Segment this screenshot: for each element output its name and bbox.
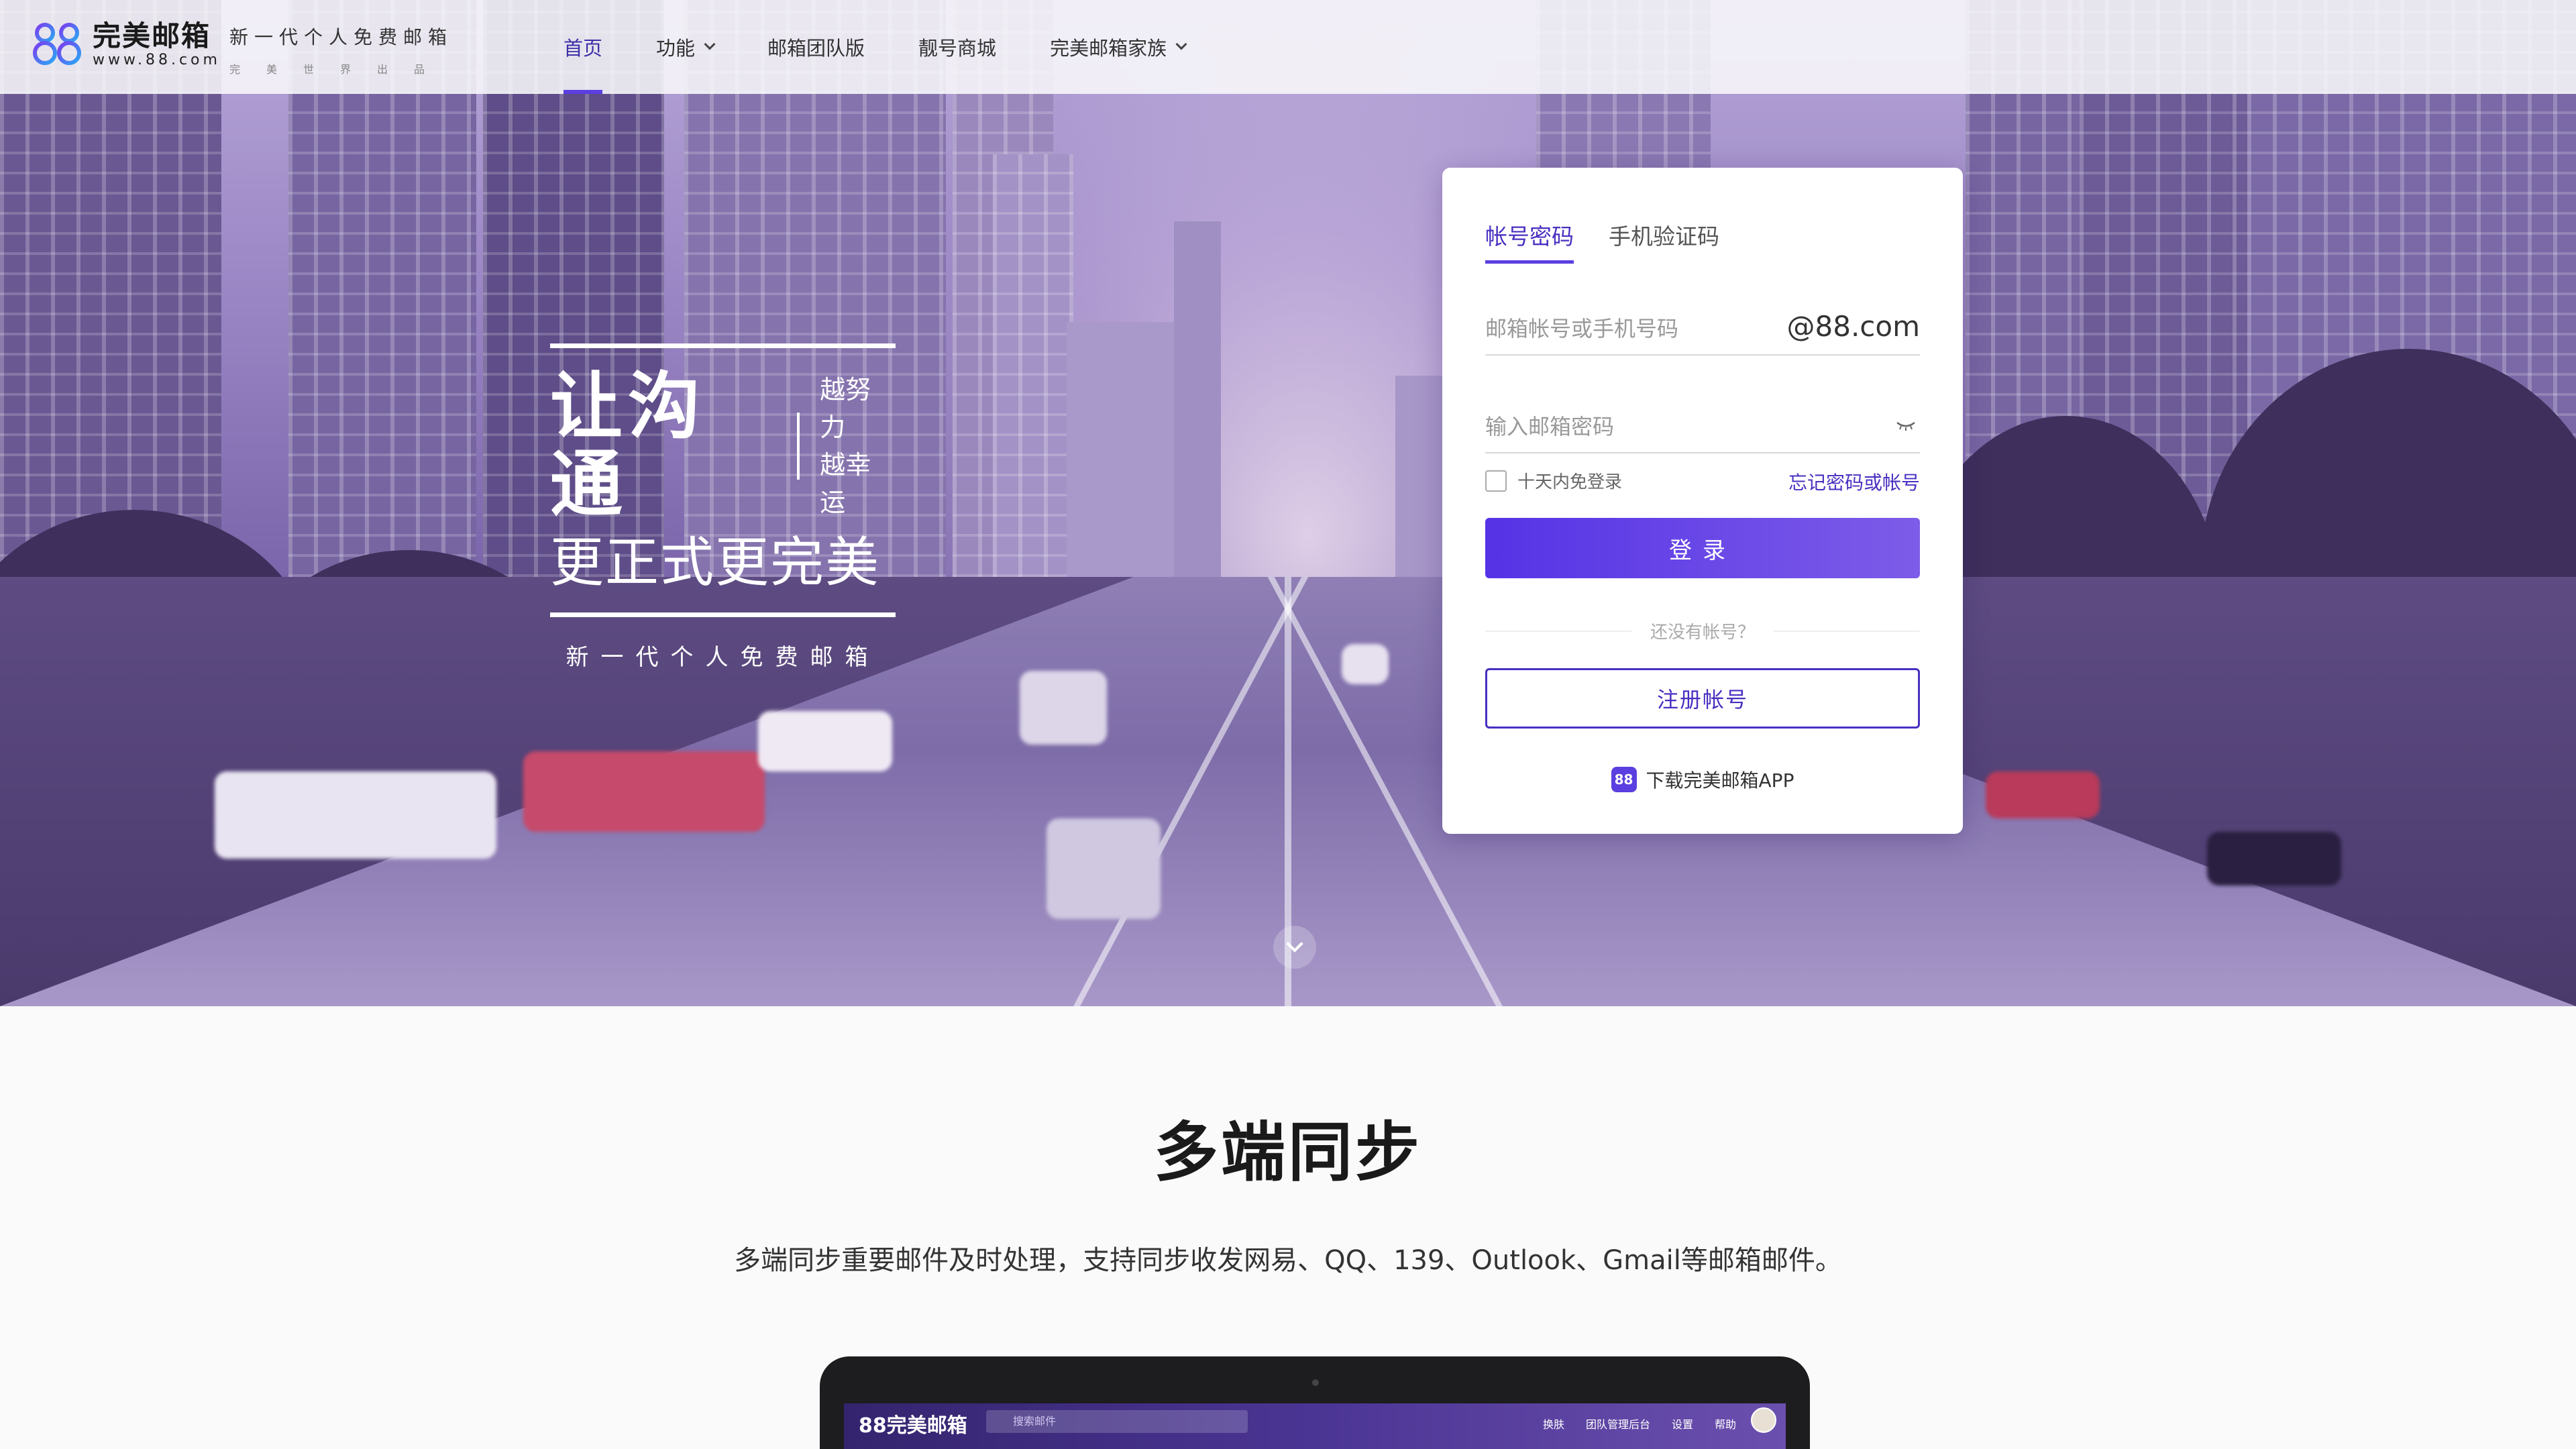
nav-item-label: 邮箱团队版	[767, 37, 865, 60]
screen-menu-item: 换肤	[1543, 1418, 1565, 1431]
divider	[550, 612, 896, 617]
car	[1342, 644, 1389, 684]
chevron-down-icon	[1286, 935, 1303, 953]
chevron-down-icon	[704, 38, 716, 50]
download-app-link[interactable]: 88 下载完美邮箱APP	[1442, 766, 1963, 793]
divider	[797, 413, 800, 480]
camera-dot	[1312, 1379, 1319, 1386]
download-app-label: 下载完美邮箱APP	[1646, 769, 1794, 792]
brand-logo[interactable]: 完美邮箱 www.88.com	[32, 20, 221, 68]
no-account-text: 还没有帐号？	[1650, 623, 1756, 643]
nav-item-vanity-store[interactable]: 靓号商城	[918, 0, 996, 94]
eye-closed-icon[interactable]	[1896, 420, 1916, 431]
nav-item-features[interactable]: 功能	[656, 0, 716, 94]
hero-side-line-1: 越努力	[820, 375, 871, 442]
nav-item-label: 完美邮箱家族	[1050, 37, 1167, 60]
hero-subline: 更正式更完美	[550, 531, 880, 594]
app-88-icon: 88	[1611, 767, 1637, 792]
tab-account-password[interactable]: 帐号密码	[1485, 219, 1574, 264]
laptop-mockup: 88完美邮箱 搜索邮件 换肤 团队管理后台 设置 帮助	[820, 1356, 1810, 1449]
car	[1986, 771, 2100, 818]
hero-banner	[0, 0, 2576, 1006]
header-slogan: 新一代个人免费邮箱 完美世界出品	[229, 23, 453, 76]
slogan-sub: 完美世界出品	[229, 63, 451, 76]
register-button[interactable]: 注册帐号	[1485, 668, 1920, 729]
nav-item-team-edition[interactable]: 邮箱团队版	[767, 0, 865, 94]
screen-logo: 88完美邮箱	[859, 1414, 967, 1438]
hero-side-line-2: 越幸运	[820, 450, 871, 517]
divider	[550, 343, 896, 348]
screen-menu: 换肤 团队管理后台 设置 帮助	[1543, 1415, 1758, 1432]
login-tabs: 帐号密码 手机验证码	[1485, 219, 1754, 264]
nav-item-label: 首页	[564, 37, 603, 60]
screen-search: 搜索邮件	[986, 1410, 1248, 1433]
remember-label: 十天内免登录	[1517, 472, 1623, 492]
nav-item-home[interactable]: 首页	[564, 0, 603, 94]
bus	[523, 751, 765, 832]
account-field: @88.com	[1485, 302, 1920, 356]
car	[2207, 832, 2341, 885]
remember-checkbox[interactable]	[1485, 470, 1507, 492]
hero-slogan: 让沟通 越努力 越幸运 更正式更完美 新一代个人免费邮箱	[550, 343, 896, 672]
bus	[215, 771, 496, 859]
password-input[interactable]	[1485, 400, 1920, 453]
login-button[interactable]: 登录	[1485, 518, 1920, 578]
screen-menu-item: 设置	[1672, 1418, 1694, 1431]
laptop-screen: 88完美邮箱 搜索邮件 换肤 团队管理后台 设置 帮助	[844, 1403, 1786, 1449]
nav-item-label: 靓号商城	[918, 37, 997, 60]
password-field	[1485, 400, 1920, 453]
chevron-down-icon	[1175, 38, 1187, 50]
logo-88-icon	[33, 23, 81, 65]
no-account-divider: 还没有帐号？	[1485, 619, 1921, 643]
main-nav: 首页 功能 邮箱团队版 靓号商城 完美邮箱家族	[564, 0, 1239, 94]
login-card: 帐号密码 手机验证码 @88.com 十天内免登录 忘记密码或帐号 登录 还没有…	[1442, 168, 1963, 834]
section-title: 多端同步	[1154, 1115, 1422, 1190]
remember-me[interactable]: 十天内免登录	[1485, 468, 1622, 493]
brand-url: www.88.com	[93, 52, 221, 68]
domain-suffix: @88.com	[1786, 310, 1921, 343]
tab-phone-code[interactable]: 手机验证码	[1609, 219, 1719, 264]
section-description: 多端同步重要邮件及时处理，支持同步收发网易、QQ、139、Outlook、Gma…	[734, 1245, 1842, 1276]
hero-tagline: 新一代个人免费邮箱	[566, 644, 880, 671]
car	[1020, 671, 1107, 745]
nav-item-family[interactable]: 完美邮箱家族	[1050, 0, 1187, 94]
hero-headline: 让沟通	[550, 365, 706, 527]
forgot-link[interactable]: 忘记密码或帐号	[1788, 468, 1920, 495]
slogan-main: 新一代个人免费邮箱	[229, 26, 453, 48]
brand-name: 完美邮箱	[93, 19, 211, 52]
car	[758, 711, 892, 771]
screen-menu-item: 帮助	[1715, 1418, 1737, 1431]
screen-menu-item: 团队管理后台	[1586, 1418, 1651, 1431]
top-nav-bar: 完美邮箱 www.88.com 新一代个人免费邮箱 完美世界出品 首页 功能 邮…	[0, 0, 2576, 94]
nav-item-label: 功能	[656, 37, 696, 60]
avatar	[1751, 1407, 1776, 1433]
car	[1046, 818, 1161, 919]
scroll-down-button[interactable]	[1273, 926, 1316, 969]
